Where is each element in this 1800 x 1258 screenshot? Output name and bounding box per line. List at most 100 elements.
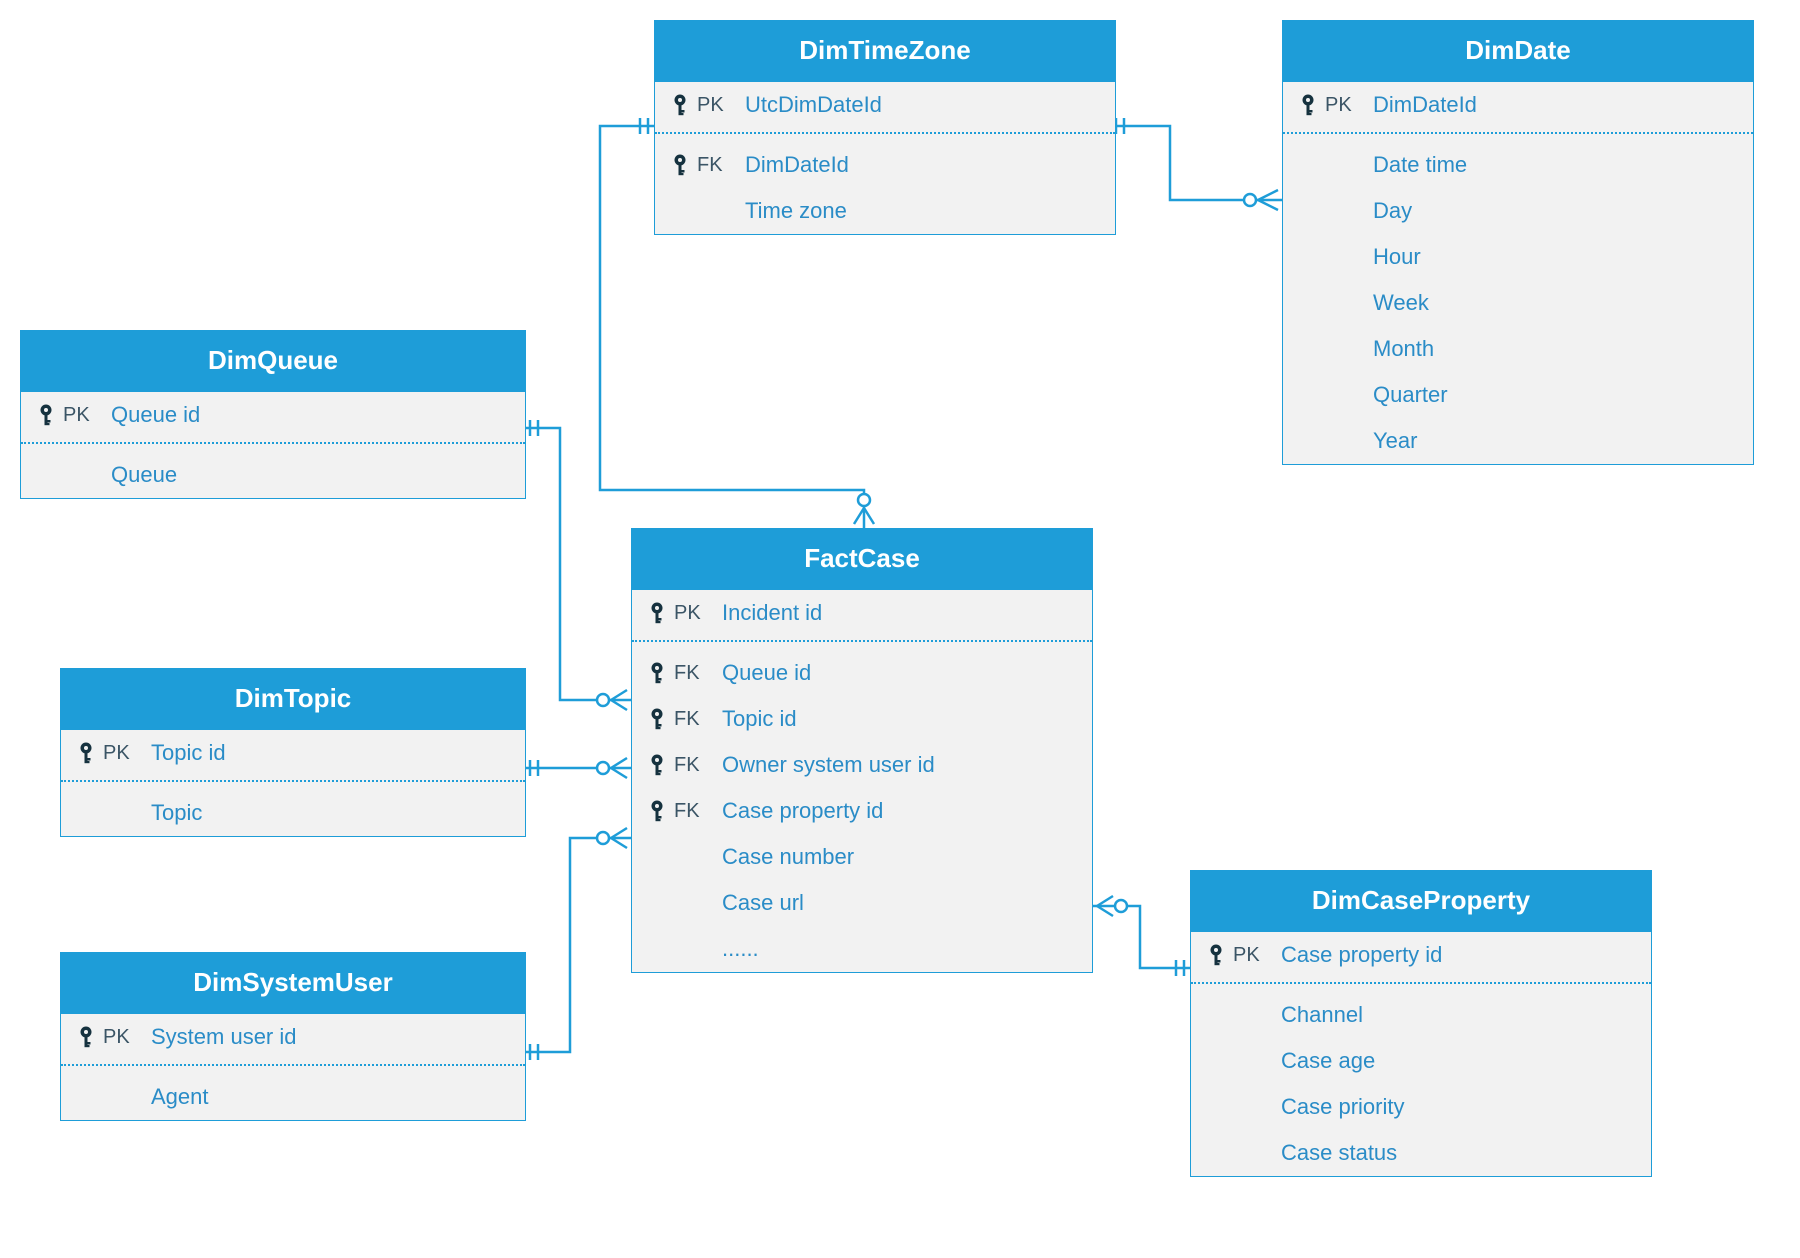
entity-title: DimSystemUser xyxy=(61,953,525,1014)
entity-body: PKTopic id Topic xyxy=(61,730,525,836)
column-label: Case status xyxy=(1275,1140,1639,1166)
entity-body: PKQueue id Queue xyxy=(21,392,525,498)
table-row[interactable]: PKQueue id xyxy=(21,392,525,438)
column-label: Topic id xyxy=(145,740,513,766)
column-label: Topic xyxy=(145,800,513,826)
column-label: Case property id xyxy=(1275,942,1639,968)
table-row[interactable]: Hour xyxy=(1283,234,1753,280)
entity-body: PKDimDateId Date time Day Hour Week Month Quar… xyxy=(1283,82,1753,464)
column-label: Week xyxy=(1367,290,1741,316)
entity-body: PKCase property idChannelCase ageCase pr… xyxy=(1191,932,1651,1176)
table-row[interactable]: Year xyxy=(1283,418,1753,464)
table-row[interactable]: FKCase property id xyxy=(632,788,1092,834)
column-label: Date time xyxy=(1367,152,1741,178)
key-type-label: PK xyxy=(103,1026,145,1049)
table-row[interactable]: PKIncident id xyxy=(632,590,1092,636)
entity-dimSystemUser[interactable]: DimSystemUserPKSystem user idAgent xyxy=(60,952,526,1121)
column-label: Incident id xyxy=(716,600,1080,626)
entity-body: PKIncident idFKQueue idFKTopic idFKOwner… xyxy=(632,590,1092,972)
key-icon xyxy=(640,661,674,685)
entity-dimTimeZone[interactable]: DimTimeZonePKUtcDimDateIdFKDimDateIdTime… xyxy=(654,20,1116,235)
key-icon xyxy=(663,93,697,117)
key-type-label: PK xyxy=(1233,944,1275,967)
column-label: Queue xyxy=(105,462,513,488)
key-type-label: PK xyxy=(674,602,716,625)
entity-dimTopic[interactable]: DimTopicPKTopic idTopic xyxy=(60,668,526,837)
column-label: Case url xyxy=(716,890,1080,916)
table-row[interactable]: Queue xyxy=(21,442,525,498)
column-label: Year xyxy=(1367,428,1741,454)
key-icon xyxy=(29,403,63,427)
key-type-label: PK xyxy=(103,742,145,765)
key-icon xyxy=(640,799,674,823)
key-type-label: PK xyxy=(63,404,105,427)
key-icon xyxy=(69,741,103,765)
table-row[interactable]: Case age xyxy=(1191,1038,1651,1084)
table-row[interactable]: PKUtcDimDateId xyxy=(655,82,1115,128)
column-label: Month xyxy=(1367,336,1741,362)
entity-dimQueue[interactable]: DimQueuePKQueue id Queue xyxy=(20,330,526,499)
key-type-label: FK xyxy=(674,708,716,731)
key-type-label: FK xyxy=(697,154,739,177)
entity-factCase[interactable]: FactCasePKIncident idFKQueue idFKTopic i… xyxy=(631,528,1093,973)
table-row[interactable]: Case url xyxy=(632,880,1092,926)
key-icon xyxy=(640,601,674,625)
entity-title: DimQueue xyxy=(21,331,525,392)
key-icon xyxy=(663,153,697,177)
table-row[interactable]: Case status xyxy=(1191,1130,1651,1176)
table-row[interactable]: ...... xyxy=(632,926,1092,972)
entity-body: PKSystem user id Agent xyxy=(61,1014,525,1120)
key-icon xyxy=(69,1025,103,1049)
key-type-label: FK xyxy=(674,662,716,685)
table-row[interactable]: Topic xyxy=(61,780,525,836)
table-row[interactable]: Case priority xyxy=(1191,1084,1651,1130)
column-label: Agent xyxy=(145,1084,513,1110)
entity-title: DimCaseProperty xyxy=(1191,871,1651,932)
key-icon xyxy=(1199,943,1233,967)
table-row[interactable]: Case number xyxy=(632,834,1092,880)
table-row[interactable]: Agent xyxy=(61,1064,525,1120)
column-label: System user id xyxy=(145,1024,513,1050)
column-label: Hour xyxy=(1367,244,1741,270)
column-label: DimDateId xyxy=(739,152,1103,178)
column-label: UtcDimDateId xyxy=(739,92,1103,118)
entity-dimDate[interactable]: DimDatePKDimDateIdDate timeDayHourWeekMo… xyxy=(1282,20,1754,465)
column-label: Quarter xyxy=(1367,382,1741,408)
table-row[interactable]: Quarter xyxy=(1283,372,1753,418)
entity-dimCaseProperty[interactable]: DimCasePropertyPKCase property idChannel… xyxy=(1190,870,1652,1177)
column-label: Case property id xyxy=(716,798,1080,824)
key-type-label: FK xyxy=(674,754,716,777)
table-row[interactable]: PKCase property id xyxy=(1191,932,1651,978)
key-type-label: FK xyxy=(674,800,716,823)
column-label: ...... xyxy=(716,936,1080,962)
column-label: Queue id xyxy=(716,660,1080,686)
key-icon xyxy=(640,707,674,731)
entity-title: FactCase xyxy=(632,529,1092,590)
table-row[interactable]: PKSystem user id xyxy=(61,1014,525,1060)
table-row[interactable]: FKDimDateId xyxy=(655,132,1115,188)
table-row[interactable]: Date time xyxy=(1283,132,1753,188)
entity-body: PKUtcDimDateIdFKDimDateIdTime zone xyxy=(655,82,1115,234)
table-row[interactable]: FKOwner system user id xyxy=(632,742,1092,788)
entity-title: DimDate xyxy=(1283,21,1753,82)
entity-title: DimTimeZone xyxy=(655,21,1115,82)
key-icon xyxy=(640,753,674,777)
table-row[interactable]: PKTopic id xyxy=(61,730,525,776)
table-row[interactable]: Week xyxy=(1283,280,1753,326)
table-row[interactable]: PKDimDateId xyxy=(1283,82,1753,128)
key-type-label: PK xyxy=(1325,94,1367,117)
column-label: Case number xyxy=(716,844,1080,870)
erd-canvas: DimTimeZonePKUtcDimDateIdFKDimDateIdTime… xyxy=(0,0,1800,1258)
column-label: DimDateId xyxy=(1367,92,1741,118)
column-label: Time zone xyxy=(739,198,1103,224)
table-row[interactable]: Channel xyxy=(1191,982,1651,1038)
table-row[interactable]: Month xyxy=(1283,326,1753,372)
table-row[interactable]: FKTopic id xyxy=(632,696,1092,742)
key-type-label: PK xyxy=(697,94,739,117)
table-row[interactable]: Day xyxy=(1283,188,1753,234)
table-row[interactable]: Time zone xyxy=(655,188,1115,234)
column-label: Topic id xyxy=(716,706,1080,732)
table-row[interactable]: FKQueue id xyxy=(632,640,1092,696)
column-label: Case priority xyxy=(1275,1094,1639,1120)
column-label: Case age xyxy=(1275,1048,1639,1074)
